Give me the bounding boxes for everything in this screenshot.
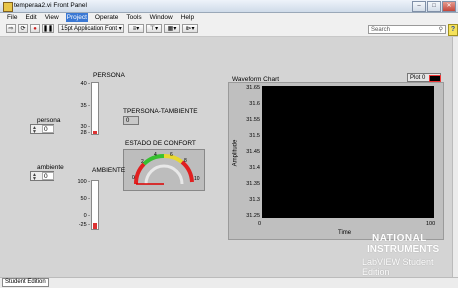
- title-bar: temperaa2.vi Front Panel – □ ✕: [0, 0, 458, 13]
- watermark-line2: INSTRUMENTS: [367, 244, 440, 255]
- app-icon: [3, 2, 13, 12]
- comfort-gauge: 0 2 4 6 8 10: [123, 149, 205, 191]
- menu-tools[interactable]: Tools: [125, 13, 142, 22]
- gauge-tick: 10: [194, 176, 200, 182]
- toolbar: ⇨ ⟳ ● ❚❚ 15pt Application Font ▾ ≡▾ ⊤▾ ▦…: [0, 22, 458, 37]
- ambiente-numeric-control[interactable]: ▲ ▼ 0: [30, 171, 54, 182]
- x-tick: 100: [426, 221, 436, 227]
- gauge-label: ESTADO DE CONFORT: [125, 140, 196, 147]
- increment-decrement-icon[interactable]: ▲ ▼: [32, 173, 37, 182]
- y-tick: 31.5: [249, 133, 260, 139]
- ambiente-thermometer: [91, 180, 99, 230]
- abort-icon[interactable]: ●: [30, 24, 40, 33]
- y-tick: 31.65: [246, 85, 260, 91]
- y-tick: 31.3: [249, 197, 260, 203]
- y-axis-label: Amplitude: [232, 139, 239, 167]
- font-selector-label: 15pt Application Font: [61, 26, 118, 32]
- menu-help[interactable]: Help: [180, 13, 195, 22]
- watermark-line1: NATIONAL: [372, 233, 427, 244]
- gauge-red-low-arc: [133, 162, 146, 185]
- persona-thermometer: [91, 82, 99, 135]
- menu-bar: File Edit View Project Operate Tools Win…: [0, 13, 458, 22]
- increment-decrement-icon[interactable]: ▲ ▼: [32, 126, 37, 135]
- menu-edit[interactable]: Edit: [24, 13, 37, 22]
- gauge-tick: 0: [132, 175, 135, 181]
- pause-icon[interactable]: ❚❚: [42, 24, 54, 33]
- gauge-tick: 4: [154, 152, 157, 158]
- search-icon: ⚲: [438, 27, 443, 33]
- run-continuous-icon[interactable]: ⟳: [18, 24, 28, 33]
- search-input[interactable]: Search ⚲: [368, 25, 446, 34]
- vertical-scrollbar[interactable]: [452, 37, 458, 277]
- run-arrow-icon[interactable]: ⇨: [6, 24, 16, 33]
- gauge-red-high-arc: [180, 160, 194, 183]
- persona-label: persona: [37, 117, 61, 124]
- gauge-tick: 2: [141, 159, 144, 165]
- persona-numeric-control[interactable]: ▲ ▼ 0: [30, 124, 54, 135]
- tick-label: 50 -: [80, 196, 90, 202]
- difference-indicator: 0: [123, 116, 139, 125]
- align-objects-icon[interactable]: ≡▾: [128, 24, 144, 33]
- persona-value[interactable]: 0: [42, 125, 54, 133]
- distribute-objects-icon[interactable]: ⊤▾: [146, 24, 162, 33]
- window-controls: – □ ✕: [412, 1, 456, 12]
- student-edition-tab: Student Edition: [2, 278, 49, 287]
- persona-thermometer-fill: [93, 130, 97, 134]
- ambiente-value[interactable]: 0: [42, 172, 54, 180]
- ambiente-label: ambiente: [37, 164, 64, 171]
- horizontal-scrollbar[interactable]: [0, 277, 458, 288]
- plot-legend-swatch: [429, 75, 441, 82]
- gauge-inner-arc: [144, 164, 184, 185]
- y-tick: 31.55: [246, 117, 260, 123]
- menu-window[interactable]: Window: [149, 13, 174, 22]
- y-tick: 31.25: [246, 213, 260, 219]
- help-button[interactable]: ?: [448, 24, 458, 36]
- window-title: temperaa2.vi Front Panel: [14, 2, 87, 9]
- tick-label: 35 -: [80, 103, 90, 109]
- gauge-tick: 8: [184, 158, 187, 164]
- difference-indicator-label: TPERSONA-TAMBIENTE: [123, 108, 198, 115]
- menu-operate[interactable]: Operate: [94, 13, 120, 22]
- menu-project[interactable]: Project: [65, 13, 88, 22]
- persona-thermometer-label: PERSONA: [93, 72, 125, 79]
- x-axis-label: Time: [338, 230, 352, 236]
- gauge-tick: 6: [170, 152, 173, 158]
- font-selector[interactable]: 15pt Application Font ▾: [58, 24, 124, 33]
- menu-file[interactable]: File: [6, 13, 18, 22]
- y-tick: 31.35: [246, 181, 260, 187]
- search-placeholder: Search: [371, 27, 391, 33]
- ambiente-thermometer-fill: [93, 223, 97, 229]
- tick-label: 100 -: [77, 179, 90, 185]
- maximize-button[interactable]: □: [427, 1, 441, 12]
- tick-label: 28 -: [80, 130, 90, 136]
- y-tick: 31.6: [249, 101, 260, 107]
- tick-label: -25 -: [78, 222, 90, 228]
- reorder-icon[interactable]: ⧐▾: [182, 24, 198, 33]
- menu-view[interactable]: View: [44, 13, 60, 22]
- tick-label: 40 -: [80, 81, 90, 87]
- gauge-yellow-arc: [163, 154, 184, 164]
- watermark-line3: LabVIEW Student Edition: [362, 257, 434, 277]
- ambiente-thermometer-label: AMBIENTE: [92, 167, 126, 174]
- x-tick: 0: [258, 221, 262, 227]
- minimize-button[interactable]: –: [412, 1, 426, 12]
- plot-area[interactable]: [262, 86, 434, 218]
- tick-label: 0 -: [83, 213, 90, 219]
- close-button[interactable]: ✕: [442, 1, 456, 12]
- gauge-svg: 0 2 4 6 8 10: [132, 152, 200, 185]
- plot-legend-label: Plot 0: [410, 75, 426, 81]
- resize-objects-icon[interactable]: ▦▾: [164, 24, 180, 33]
